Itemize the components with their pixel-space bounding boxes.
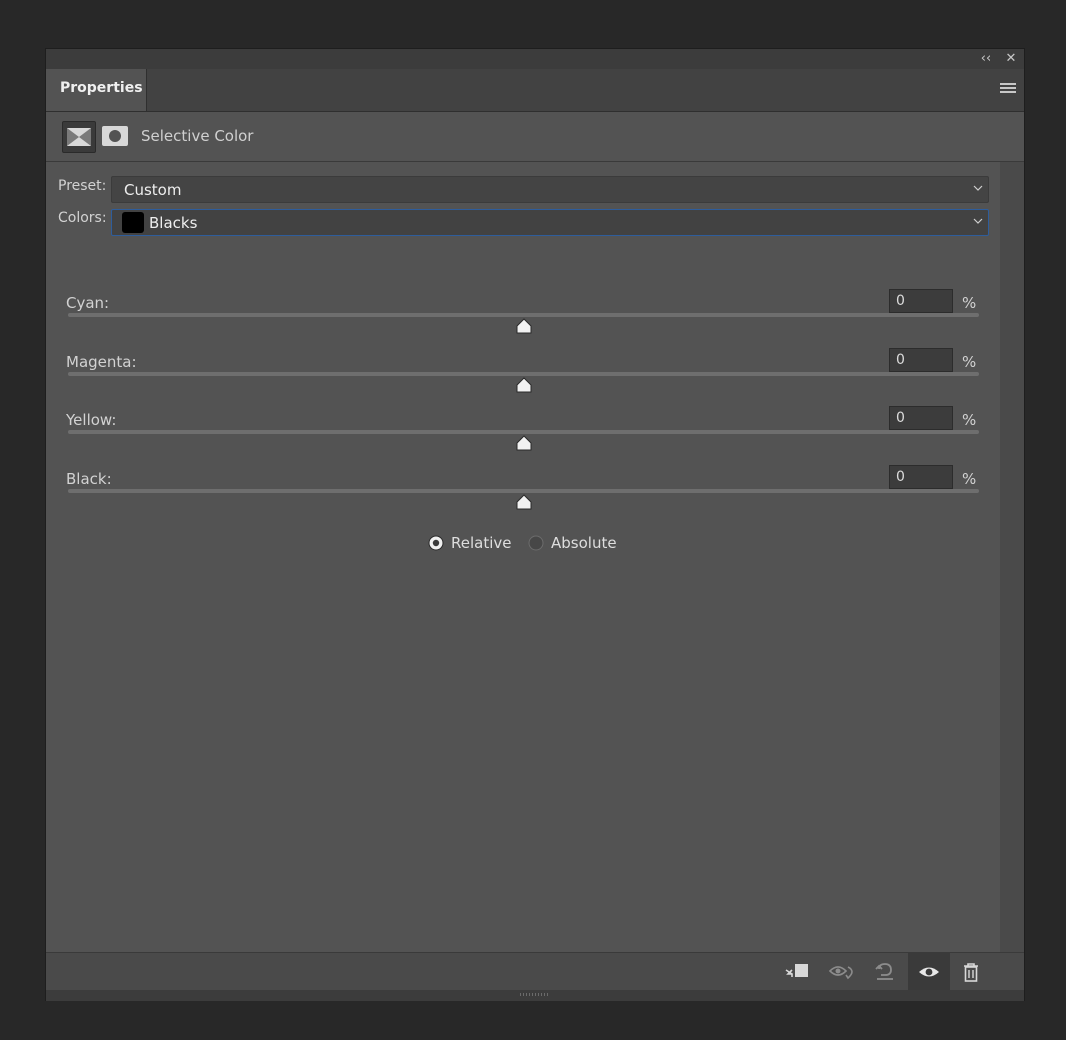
slider-track[interactable]	[68, 489, 979, 493]
black-value-input[interactable]: 0	[889, 465, 953, 489]
tab-properties[interactable]: Properties	[46, 69, 147, 111]
relative-label[interactable]: Relative	[451, 534, 512, 552]
absolute-label[interactable]: Absolute	[551, 534, 617, 552]
panel-titlebar: ‹‹ ✕	[46, 49, 1024, 69]
percent-unit: %	[962, 411, 977, 429]
view-previous-state-icon[interactable]	[828, 961, 854, 983]
adjustment-layer-icon[interactable]	[62, 121, 96, 153]
slider-track[interactable]	[68, 372, 979, 376]
yellow-value-input[interactable]: 0	[889, 406, 953, 430]
chevron-down-icon	[973, 185, 983, 191]
chevron-down-icon	[973, 218, 983, 224]
magenta-slider-group: Magenta: 0 %	[46, 348, 1000, 411]
collapse-icon[interactable]: ‹‹	[978, 51, 994, 67]
yellow-slider-group: Yellow: 0 %	[46, 406, 1000, 469]
slider-thumb[interactable]	[515, 494, 533, 510]
layer-mask-icon[interactable]	[102, 125, 128, 147]
panel-footer	[46, 952, 1024, 991]
resize-grip[interactable]	[46, 990, 1024, 1001]
cyan-slider-group: Cyan: 0 %	[46, 289, 1000, 352]
reset-icon[interactable]	[873, 961, 899, 983]
trash-icon[interactable]	[960, 961, 986, 983]
magenta-value-input[interactable]: 0	[889, 348, 953, 372]
relative-radio[interactable]	[428, 535, 444, 551]
slider-thumb[interactable]	[515, 377, 533, 393]
preset-label: Preset:	[58, 178, 107, 194]
slider-label: Yellow:	[66, 411, 117, 429]
absolute-radio[interactable]	[528, 535, 544, 551]
black-slider-group: Black: 0 %	[46, 465, 1000, 528]
slider-thumb[interactable]	[515, 318, 533, 334]
adjustment-controls: Preset: Custom Colors: Blacks Cyan: 0 % …	[46, 162, 1000, 952]
percent-unit: %	[962, 470, 977, 488]
colors-label: Colors:	[58, 210, 107, 226]
color-swatch	[122, 212, 144, 233]
colors-select[interactable]: Blacks	[111, 209, 989, 236]
adjustment-title: Selective Color	[141, 127, 254, 145]
colors-value: Blacks	[149, 214, 198, 232]
scrollbar[interactable]	[1000, 162, 1024, 952]
slider-track[interactable]	[68, 313, 979, 317]
close-icon[interactable]: ✕	[1003, 51, 1019, 67]
slider-label: Magenta:	[66, 353, 137, 371]
cyan-value-input[interactable]: 0	[889, 289, 953, 313]
clip-to-layer-icon[interactable]	[783, 961, 809, 983]
preset-select[interactable]: Custom	[111, 176, 989, 203]
method-radio-group: Relative Absolute	[46, 534, 1000, 558]
preset-value: Custom	[124, 181, 182, 199]
adjustment-header: Selective Color	[46, 112, 1024, 162]
slider-label: Black:	[66, 470, 112, 488]
panel-menu-icon[interactable]	[1000, 83, 1016, 95]
properties-panel: ‹‹ ✕ Properties Selective Color Preset: …	[45, 48, 1025, 1001]
visibility-eye-icon[interactable]	[908, 953, 950, 991]
slider-thumb[interactable]	[515, 435, 533, 451]
grip-dots	[520, 993, 550, 996]
percent-unit: %	[962, 353, 977, 371]
slider-label: Cyan:	[66, 294, 110, 312]
percent-unit: %	[962, 294, 977, 312]
tab-row: Properties	[46, 69, 1024, 112]
slider-track[interactable]	[68, 430, 979, 434]
